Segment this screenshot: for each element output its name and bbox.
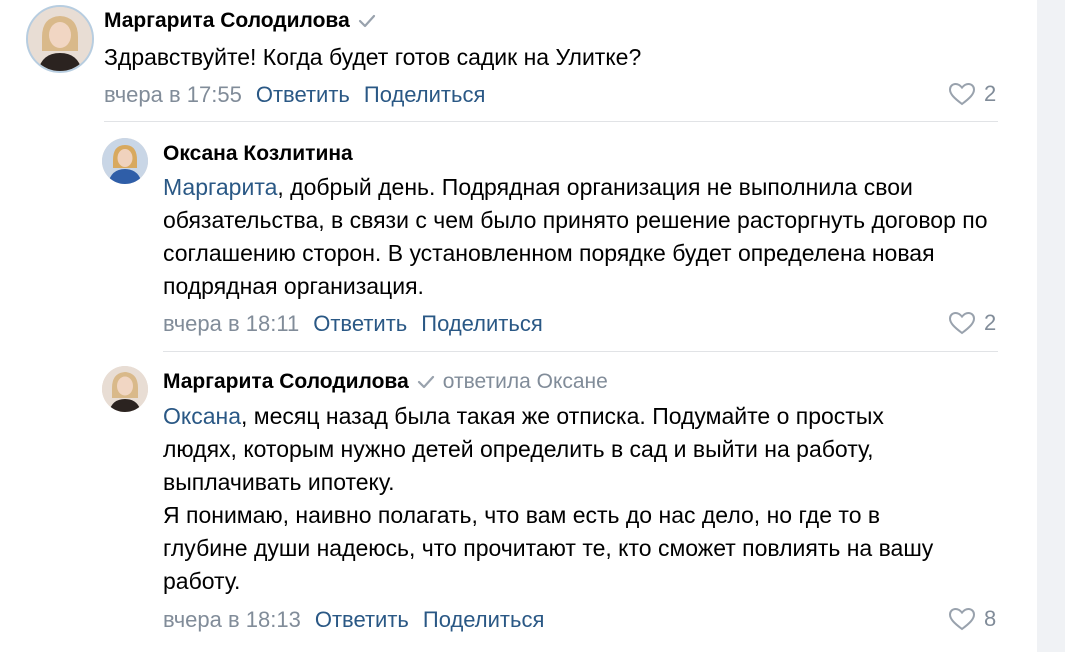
comment-body: Здравствуйте! Когда будет готов садик на… [104, 44, 642, 70]
author-name[interactable]: Оксана Козлитина [163, 142, 353, 165]
avatar-photo-icon [102, 138, 148, 184]
comment-time[interactable]: вчера в 18:11 [163, 311, 299, 336]
reply-to-link[interactable]: ответила Оксане [443, 370, 608, 393]
reply-button[interactable]: Ответить [256, 82, 350, 107]
reply-button[interactable]: Ответить [315, 607, 409, 632]
comment-body: , месяц назад была такая же отписка. Под… [163, 403, 884, 495]
avatar-photo-icon [102, 366, 148, 412]
heart-icon [948, 311, 976, 335]
avatar[interactable] [102, 138, 148, 184]
page-gutter [1037, 0, 1065, 652]
check-icon [358, 14, 376, 28]
comment-divider [104, 121, 998, 122]
avatar-photo-icon [28, 7, 92, 71]
share-button[interactable]: Поделиться [364, 82, 485, 107]
mention-link[interactable]: Оксана [163, 403, 241, 429]
author-name[interactable]: Маргарита Солодилова [104, 9, 350, 32]
comment-author[interactable]: Маргарита Солодилова [104, 8, 376, 34]
comment-meta: вчера в 17:55 Ответить Поделиться [104, 81, 485, 109]
comment-text: Оксана, месяц назад была такая же отписк… [163, 400, 963, 598]
comment-text: Здравствуйте! Когда будет готов садик на… [104, 41, 984, 74]
check-icon [417, 375, 435, 389]
comment-time[interactable]: вчера в 17:55 [104, 82, 242, 107]
like-button[interactable]: 2 [948, 309, 996, 337]
comment-text: Маргарита, добрый день. Подрядная органи… [163, 171, 1008, 303]
comment-body: , добрый день. Подрядная организация не … [163, 174, 988, 299]
comment-body-second: Я понимаю, наивно полагать, что вам есть… [163, 502, 934, 594]
like-count: 2 [984, 81, 997, 106]
comment-time[interactable]: вчера в 18:13 [163, 607, 301, 632]
comment-divider [163, 351, 998, 352]
heart-icon [948, 607, 976, 631]
share-button[interactable]: Поделиться [423, 607, 544, 632]
heart-icon [948, 82, 976, 106]
reply-button[interactable]: Ответить [313, 311, 407, 336]
mention-link[interactable]: Маргарита [163, 174, 277, 200]
like-button[interactable]: 8 [948, 605, 996, 633]
like-count: 8 [984, 606, 997, 631]
avatar[interactable] [26, 5, 94, 73]
share-button[interactable]: Поделиться [421, 311, 542, 336]
comment-meta: вчера в 18:11 Ответить Поделиться [163, 310, 543, 338]
author-name[interactable]: Маргарита Солодилова [163, 370, 409, 393]
comment-author[interactable]: Маргарита Солодилова ответила Оксане [163, 369, 608, 395]
comment-meta: вчера в 18:13 Ответить Поделиться [163, 606, 544, 634]
comment-author[interactable]: Оксана Козлитина [163, 141, 353, 167]
avatar[interactable] [102, 366, 148, 412]
like-button[interactable]: 2 [948, 80, 996, 108]
like-count: 2 [984, 310, 997, 335]
